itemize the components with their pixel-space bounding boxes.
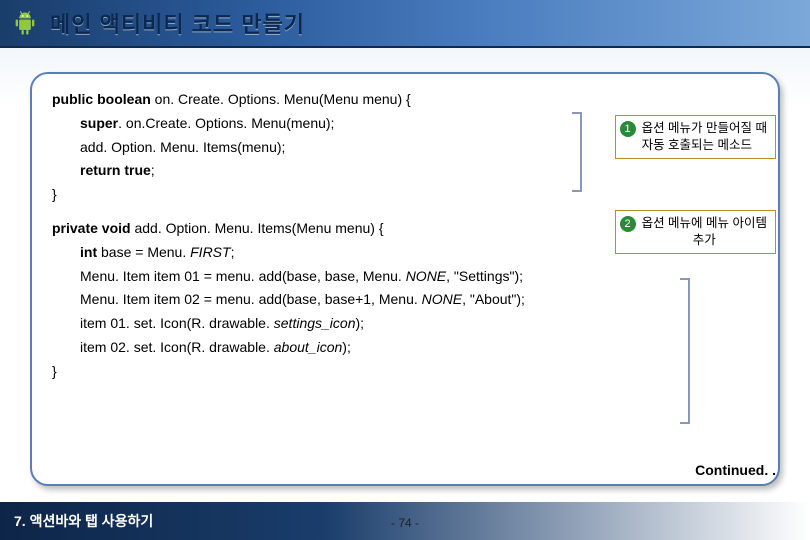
code-line: Menu. Item item 01 = menu. add(base, bas… [52, 265, 758, 289]
code-line: Menu. Item item 02 = menu. add(base, bas… [52, 288, 758, 312]
code-line: } [52, 183, 758, 207]
continued-label: Continued. . [695, 462, 776, 478]
android-icon [10, 6, 40, 40]
bracket-1 [572, 112, 582, 192]
bracket-2 [680, 278, 690, 424]
badge-1: 1 [620, 121, 636, 137]
code-line: item 02. set. Icon(R. drawable. about_ic… [52, 336, 758, 360]
code-line: public boolean on. Create. Options. Menu… [52, 88, 758, 112]
callout-2: 2 옵션 메뉴에 메뉴 아이템추가 [615, 210, 776, 254]
callout-1: 1 옵션 메뉴가 만들어질 때자동 호출되는 메소드 [615, 115, 776, 159]
page-title: 메인 액티비티 코드 만들기 [50, 7, 305, 39]
badge-2: 2 [620, 216, 636, 232]
page-number: - 74 - [391, 516, 419, 530]
header-bar: 메인 액티비티 코드 만들기 [0, 0, 810, 48]
code-line: return true; [52, 159, 758, 183]
code-line: item 01. set. Icon(R. drawable. settings… [52, 312, 758, 336]
code-line: } [52, 360, 758, 384]
chapter-label: 7. 액션바와 탭 사용하기 [14, 511, 153, 531]
